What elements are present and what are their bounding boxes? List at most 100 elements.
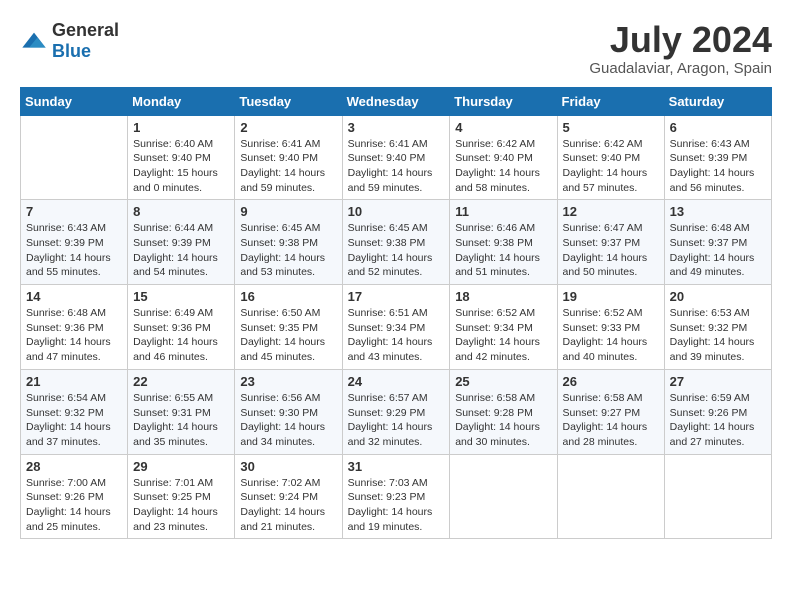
day-info-line: Sunrise: 6:40 AM <box>133 138 213 150</box>
day-number: 8 <box>133 204 229 219</box>
day-info: Sunrise: 6:48 AMSunset: 9:36 PMDaylight:… <box>26 306 122 365</box>
day-info: Sunrise: 6:40 AM Sunset: 9:40 PM Daylight:… <box>133 137 229 196</box>
day-info-line: and 51 minutes. <box>455 266 530 278</box>
day-info-line: Sunset: 9:23 PM <box>348 491 426 503</box>
day-info: Sunrise: 6:51 AMSunset: 9:34 PMDaylight:… <box>348 306 445 365</box>
day-info-line: Daylight: 14 hours <box>670 252 755 264</box>
day-info-line: Sunset: 9:40 PM <box>133 152 211 164</box>
day-info-line: and 53 minutes. <box>240 266 315 278</box>
day-info: Sunrise: 6:41 AMSunset: 9:40 PMDaylight:… <box>348 137 445 196</box>
col-header-monday: Monday <box>128 87 235 115</box>
calendar-cell: 19Sunrise: 6:52 AMSunset: 9:33 PMDayligh… <box>557 285 664 370</box>
calendar-cell: 9 Sunrise: 6:45 AMSunset: 9:38 PMDaylight… <box>235 200 342 285</box>
day-info: Sunrise: 6:56 AMSunset: 9:30 PMDaylight:… <box>240 391 336 450</box>
day-info-line: Daylight: 14 hours <box>563 421 648 433</box>
day-number: 11 <box>455 204 551 219</box>
day-info-line: and 42 minutes. <box>455 351 530 363</box>
day-number: 9 <box>240 204 336 219</box>
day-number: 31 <box>348 459 445 474</box>
day-info-line: and 58 minutes. <box>455 182 530 194</box>
calendar-cell: 31Sunrise: 7:03 AMSunset: 9:23 PMDayligh… <box>342 454 450 539</box>
day-info-line: Sunset: 9:40 PM <box>455 152 533 164</box>
calendar-cell: 17 Sunrise: 6:51 AMSunset: 9:34 PMDayligh… <box>342 285 450 370</box>
day-info-line: Daylight: 14 hours <box>670 421 755 433</box>
calendar-cell: 6Sunrise: 6:43 AMSunset: 9:39 PMDaylight… <box>664 115 771 200</box>
col-header-sunday: Sunday <box>21 87 128 115</box>
day-info-line: Sunrise: 6:57 AM <box>348 392 428 404</box>
day-info-line: Sunset: 9:38 PM <box>240 237 318 249</box>
day-number: 4 <box>455 120 551 135</box>
day-info-line: and 47 minutes. <box>26 351 101 363</box>
day-number: 17 <box>348 289 445 304</box>
calendar-cell: 14Sunrise: 6:48 AMSunset: 9:36 PMDayligh… <box>21 285 128 370</box>
day-info: Sunrise: 7:02 AMSunset: 9:24 PMDaylight:… <box>240 476 336 535</box>
calendar-table: SundayMondayTuesdayWednesdayThursdayFrid… <box>20 87 772 540</box>
day-info-line: Daylight: 14 hours <box>240 167 325 179</box>
day-info-line: and 55 minutes. <box>26 266 101 278</box>
day-info-line: Daylight: 14 hours <box>563 167 648 179</box>
day-info-line: Sunrise: 6:48 AM <box>26 307 106 319</box>
day-info-line: Daylight: 14 hours <box>563 252 648 264</box>
day-info-line: Daylight: 14 hours <box>348 252 433 264</box>
day-number: 21 <box>26 374 122 389</box>
day-info-line: Daylight: 15 hours <box>133 167 218 179</box>
calendar-cell: 22Sunrise: 6:55 AMSunset: 9:31 PMDayligh… <box>128 369 235 454</box>
day-info-line: Sunrise: 6:58 AM <box>563 392 643 404</box>
calendar-cell: 23Sunrise: 6:56 AMSunset: 9:30 PMDayligh… <box>235 369 342 454</box>
day-number: 1 <box>133 120 229 135</box>
day-info-line: and 45 minutes. <box>240 351 315 363</box>
day-info-line: and 46 minutes. <box>133 351 208 363</box>
day-info-line: Sunrise: 6:44 AM <box>133 222 213 234</box>
day-info-line: Sunrise: 6:43 AM <box>26 222 106 234</box>
day-info-line: Sunrise: 6:58 AM <box>455 392 535 404</box>
day-info-line: and 49 minutes. <box>670 266 745 278</box>
day-info-line: Sunrise: 6:41 AM <box>240 138 320 150</box>
day-info-line: and 54 minutes. <box>133 266 208 278</box>
day-number: 18 <box>455 289 551 304</box>
calendar-cell: 7Sunrise: 6:43 AMSunset: 9:39 PMDaylight… <box>21 200 128 285</box>
day-info-line: and 57 minutes. <box>563 182 638 194</box>
day-info: Sunrise: 6:46 AMSunset: 9:38 PMDaylight:… <box>455 221 551 280</box>
calendar-cell: 15Sunrise: 6:49 AMSunset: 9:36 PMDayligh… <box>128 285 235 370</box>
day-info-line: Sunset: 9:30 PM <box>240 407 318 419</box>
day-info-line: Sunrise: 6:45 AM <box>348 222 428 234</box>
day-number: 22 <box>133 374 229 389</box>
day-info-line: Sunrise: 6:55 AM <box>133 392 213 404</box>
calendar-cell <box>664 454 771 539</box>
day-info-line: Sunset: 9:25 PM <box>133 491 211 503</box>
day-info-line: Daylight: 14 hours <box>348 336 433 348</box>
day-info-line: Sunset: 9:40 PM <box>240 152 318 164</box>
day-info-line: Daylight: 14 hours <box>133 252 218 264</box>
day-info: Sunrise: 6:41 AM Sunset: 9:40 PM Daylight:… <box>240 137 336 196</box>
day-info-line: and 0 minutes. <box>133 182 202 194</box>
day-number: 3 <box>348 120 445 135</box>
day-number: 25 <box>455 374 551 389</box>
calendar-cell: 16Sunrise: 6:50 AMSunset: 9:35 PMDayligh… <box>235 285 342 370</box>
day-info: Sunrise: 6:52 AMSunset: 9:34 PMDaylight:… <box>455 306 551 365</box>
day-number: 2 <box>240 120 336 135</box>
day-info-line: Sunrise: 6:53 AM <box>670 307 750 319</box>
day-info-line: Sunrise: 6:46 AM <box>455 222 535 234</box>
day-info-line: and 56 minutes. <box>670 182 745 194</box>
calendar-cell: 3 Sunrise: 6:41 AMSunset: 9:40 PMDaylight… <box>342 115 450 200</box>
day-info-line: Sunset: 9:40 PM <box>348 152 426 164</box>
day-info-line: Sunset: 9:32 PM <box>670 322 748 334</box>
day-info-line: Daylight: 14 hours <box>240 252 325 264</box>
day-info-line: and 23 minutes. <box>133 521 208 533</box>
calendar-week-row: 28Sunrise: 7:00 AMSunset: 9:26 PMDayligh… <box>21 454 772 539</box>
day-info-line: Sunrise: 6:50 AM <box>240 307 320 319</box>
day-info-line: and 30 minutes. <box>455 436 530 448</box>
day-info: Sunrise: 6:47 AMSunset: 9:37 PMDaylight:… <box>563 221 659 280</box>
day-info-line: Daylight: 14 hours <box>133 506 218 518</box>
day-info: Sunrise: 6:43 AMSunset: 9:39 PMDaylight:… <box>670 137 766 196</box>
day-info: Sunrise: 6:44 AMSunset: 9:39 PMDaylight:… <box>133 221 229 280</box>
day-info: Sunrise: 6:49 AMSunset: 9:36 PMDaylight:… <box>133 306 229 365</box>
day-info: Sunrise: 6:50 AMSunset: 9:35 PMDaylight:… <box>240 306 336 365</box>
day-number: 29 <box>133 459 229 474</box>
day-info: Sunrise: 6:45 AMSunset: 9:38 PMDaylight:… <box>240 221 336 280</box>
month-year-title: July 2024 <box>589 20 772 60</box>
day-info-line: Sunrise: 7:02 AM <box>240 477 320 489</box>
calendar-week-row: 21Sunrise: 6:54 AMSunset: 9:32 PMDayligh… <box>21 369 772 454</box>
day-info-line: and 19 minutes. <box>348 521 423 533</box>
day-info-line: Sunrise: 7:00 AM <box>26 477 106 489</box>
